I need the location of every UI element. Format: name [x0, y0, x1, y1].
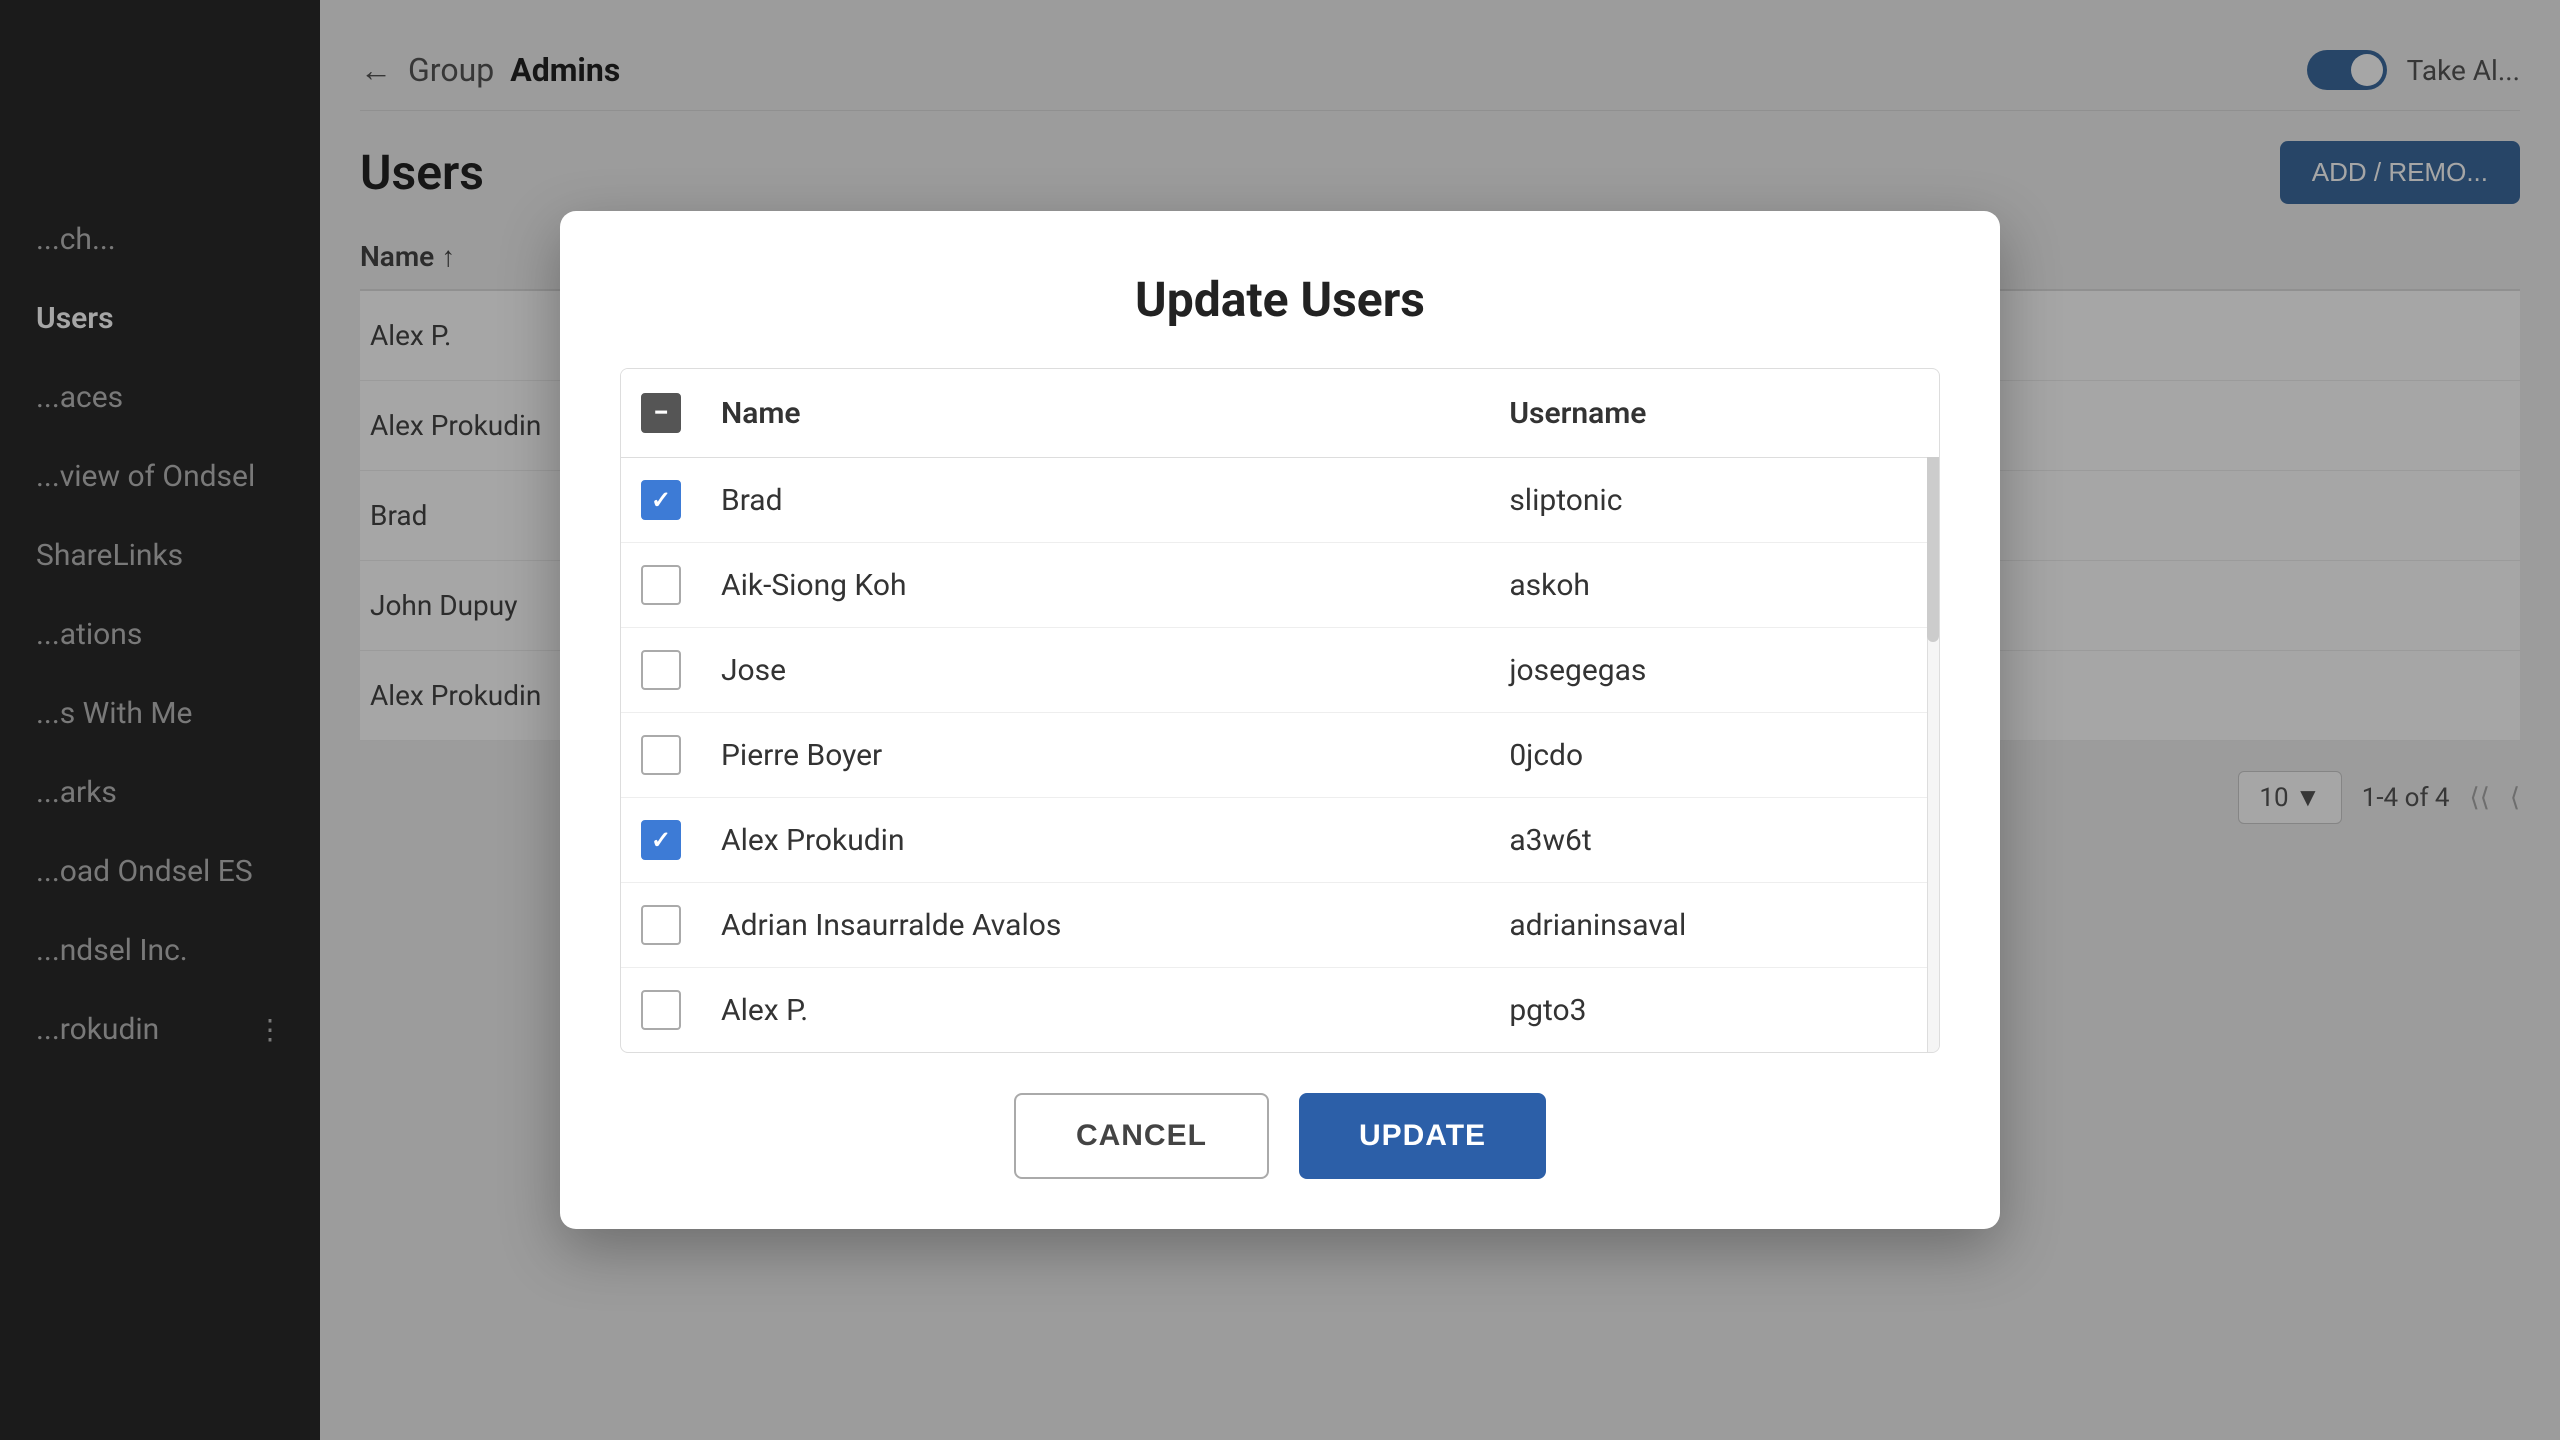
scrollbar[interactable]: [1927, 369, 1939, 1052]
user-name-cell: Alex Prokudin: [701, 798, 1489, 883]
table-row: Pierre Boyer0jcdo: [621, 713, 1939, 798]
update-users-modal: Update Users − Name Username: [560, 211, 2000, 1229]
username-cell: josegegas: [1489, 628, 1939, 713]
checkbox-cell[interactable]: [621, 883, 701, 968]
update-button[interactable]: UPDATE: [1299, 1093, 1546, 1179]
checkbox-cell[interactable]: ✓: [621, 458, 701, 543]
user-checkbox[interactable]: [641, 650, 681, 690]
user-name-cell: Pierre Boyer: [701, 713, 1489, 798]
name-column-header: Name: [701, 369, 1489, 458]
checkbox-cell[interactable]: [621, 543, 701, 628]
modal-overlay: Update Users − Name Username: [0, 0, 2560, 1440]
user-name-cell: Brad: [701, 458, 1489, 543]
select-all-checkbox[interactable]: −: [641, 393, 681, 433]
user-checkbox[interactable]: [641, 905, 681, 945]
user-checkbox[interactable]: [641, 990, 681, 1030]
modal-table-container: − Name Username ✓ BradsliptonicAik-Siong …: [620, 368, 1940, 1053]
username-cell: askoh: [1489, 543, 1939, 628]
username-cell: a3w6t: [1489, 798, 1939, 883]
modal-scroll-area[interactable]: − Name Username ✓ BradsliptonicAik-Siong …: [621, 369, 1939, 1052]
users-table-body: ✓ BradsliptonicAik-Siong KohaskohJosejose…: [621, 458, 1939, 1053]
user-checkbox[interactable]: ✓: [641, 480, 681, 520]
checkbox-cell[interactable]: [621, 968, 701, 1053]
checkbox-cell[interactable]: ✓: [621, 798, 701, 883]
table-row: Aik-Siong Kohaskoh: [621, 543, 1939, 628]
check-icon: ✓: [651, 488, 671, 512]
checkbox-cell[interactable]: [621, 713, 701, 798]
user-name-cell: Jose: [701, 628, 1489, 713]
user-checkbox[interactable]: ✓: [641, 820, 681, 860]
table-header-row: − Name Username: [621, 369, 1939, 458]
username-cell: 0jcdo: [1489, 713, 1939, 798]
username-column-header: Username: [1489, 369, 1939, 458]
indeterminate-icon: −: [653, 399, 669, 427]
user-name-cell: Aik-Siong Koh: [701, 543, 1489, 628]
user-checkbox[interactable]: [641, 735, 681, 775]
check-icon: ✓: [651, 828, 671, 852]
header-checkbox-cell[interactable]: −: [621, 369, 701, 458]
table-row: Alex P.pgto3: [621, 968, 1939, 1053]
users-table: − Name Username ✓ BradsliptonicAik-Siong …: [621, 369, 1939, 1052]
table-row: ✓ Alex Prokudina3w6t: [621, 798, 1939, 883]
user-name-cell: Adrian Insaurralde Avalos: [701, 883, 1489, 968]
checkbox-cell[interactable]: [621, 628, 701, 713]
username-cell: pgto3: [1489, 968, 1939, 1053]
table-row: Adrian Insaurralde Avalosadrianinsaval: [621, 883, 1939, 968]
modal-title: Update Users: [560, 271, 2000, 328]
username-cell: sliptonic: [1489, 458, 1939, 543]
modal-footer: CANCEL UPDATE: [560, 1093, 2000, 1179]
user-name-cell: Alex P.: [701, 968, 1489, 1053]
table-row: ✓ Bradsliptonic: [621, 458, 1939, 543]
cancel-button[interactable]: CANCEL: [1014, 1093, 1269, 1179]
user-checkbox[interactable]: [641, 565, 681, 605]
username-cell: adrianinsaval: [1489, 883, 1939, 968]
table-row: Josejosegegas: [621, 628, 1939, 713]
